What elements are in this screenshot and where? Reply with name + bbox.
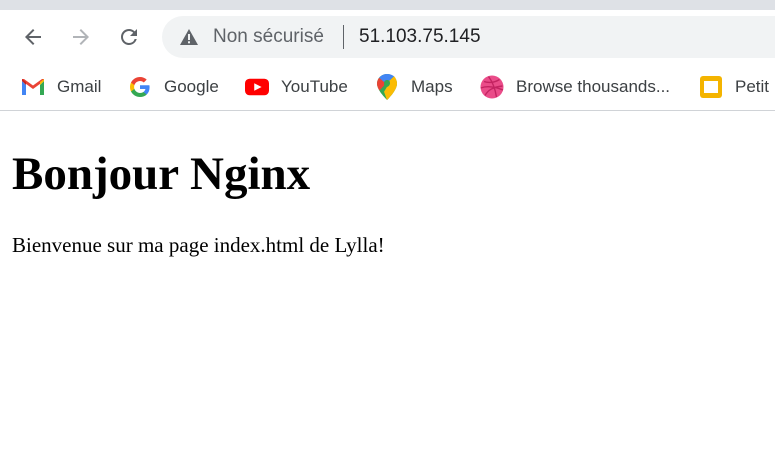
bookmark-label: Browse thousands... bbox=[516, 77, 671, 96]
reload-icon bbox=[121, 29, 137, 45]
reload-button[interactable] bbox=[114, 22, 144, 52]
bookmark-label: Maps bbox=[411, 77, 453, 96]
bookmark-petit[interactable]: Petit bbox=[699, 72, 769, 102]
page-content: Bonjour Nginx Bienvenue sur ma page inde… bbox=[0, 111, 775, 454]
address-bar[interactable]: Non sécurisé 51.103.75.145 bbox=[162, 16, 775, 58]
forward-button[interactable] bbox=[66, 22, 96, 52]
bookmark-label: Google bbox=[164, 77, 219, 96]
google-icon bbox=[128, 75, 152, 99]
bookmark-gmail[interactable]: Gmail bbox=[21, 72, 101, 102]
forward-icon bbox=[73, 29, 89, 45]
browser-toolbar: Non sécurisé 51.103.75.145 bbox=[0, 10, 775, 64]
maps-icon bbox=[375, 74, 399, 100]
youtube-icon bbox=[245, 75, 269, 99]
bookmark-youtube[interactable]: YouTube bbox=[245, 72, 348, 102]
back-icon bbox=[25, 29, 41, 45]
warning-icon[interactable] bbox=[179, 28, 199, 46]
gmail-icon bbox=[21, 75, 45, 99]
bookmark-google[interactable]: Google bbox=[128, 72, 219, 102]
slides-icon bbox=[699, 75, 723, 99]
security-status[interactable]: Non sécurisé bbox=[213, 26, 324, 48]
bookmark-label: Petit bbox=[735, 77, 770, 96]
browser-tab-strip bbox=[0, 0, 775, 10]
page-paragraph: Bienvenue sur ma page index.html de Lyll… bbox=[12, 233, 385, 257]
page-heading: Bonjour Nginx bbox=[12, 148, 311, 200]
bookmark-maps[interactable]: Maps bbox=[375, 72, 453, 102]
bookmark-dribbble[interactable]: Browse thousands... bbox=[480, 72, 670, 102]
divider bbox=[343, 25, 344, 49]
bookmarks-bar: Gmail Google YouTube Maps Browse thousan… bbox=[0, 64, 775, 111]
bookmark-label: Gmail bbox=[57, 77, 102, 96]
url-text[interactable]: 51.103.75.145 bbox=[359, 26, 481, 48]
dribbble-icon bbox=[480, 75, 504, 99]
bookmark-label: YouTube bbox=[281, 77, 348, 96]
back-button[interactable] bbox=[18, 22, 48, 52]
